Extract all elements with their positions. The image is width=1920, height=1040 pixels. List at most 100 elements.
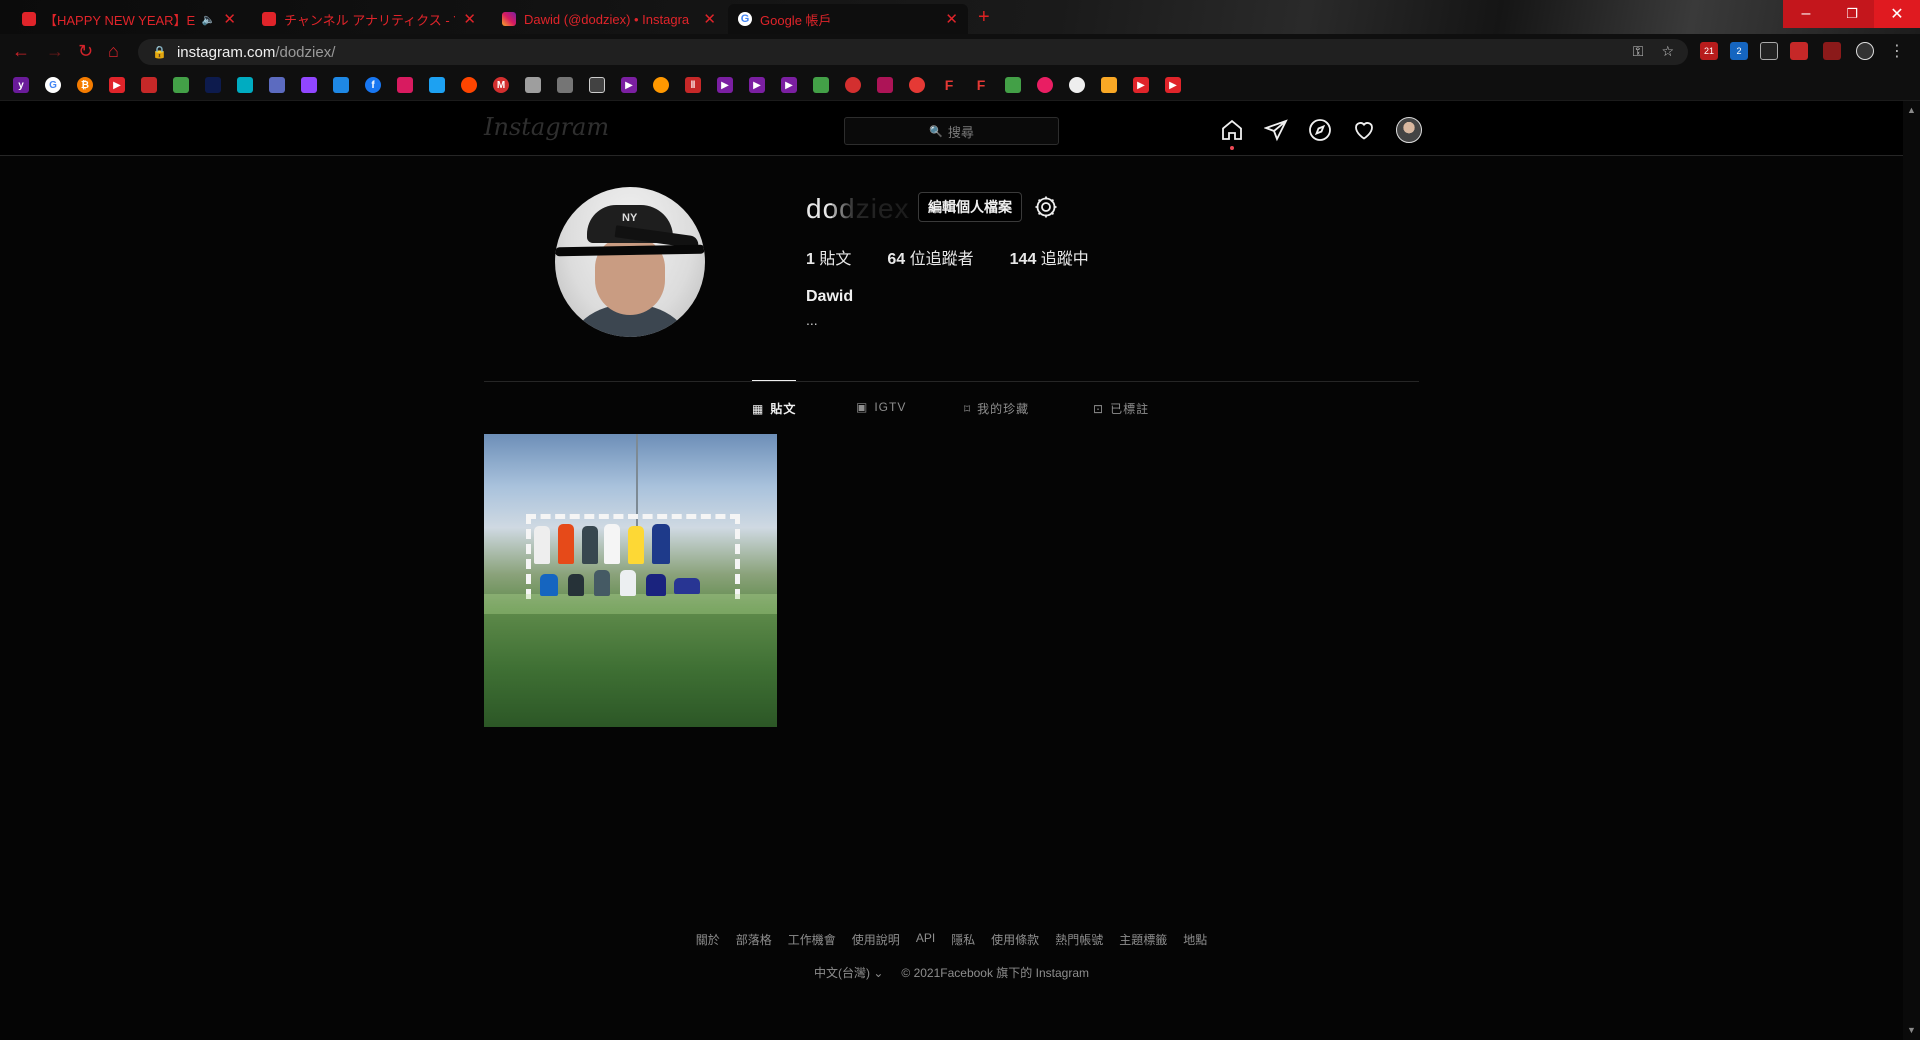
extension-p-icon[interactable]: 2 [1730, 42, 1748, 60]
new-tab-button[interactable]: + [978, 6, 990, 29]
bookmark-icon[interactable] [525, 77, 541, 93]
edit-profile-button[interactable]: 編輯個人檔案 [918, 192, 1022, 222]
bookmark-icon[interactable] [1005, 77, 1021, 93]
post-image-person [582, 526, 598, 564]
tab-tagged[interactable]: ⊡ 已標註 [1093, 400, 1149, 417]
bitcoin-icon[interactable]: ₿ [77, 77, 93, 93]
play-icon[interactable]: ▶ [621, 77, 637, 93]
footer-link[interactable]: 關於 [696, 931, 720, 948]
puzzle-icon[interactable] [1790, 42, 1808, 60]
bookmark-icon[interactable] [333, 77, 349, 93]
youtube-icon[interactable]: ▶ [1133, 77, 1149, 93]
home-icon[interactable] [1220, 118, 1244, 142]
scroll-down-arrow-icon[interactable]: ▼ [1907, 1025, 1916, 1035]
footer-link[interactable]: 使用說明 [852, 931, 900, 948]
profile-picture[interactable]: NY [555, 187, 705, 337]
close-tab-icon[interactable]: ✕ [463, 10, 476, 28]
browser-tab-youtube-analytics[interactable]: チャンネル アナリティクス - Yo ✕ [252, 4, 486, 34]
youtube-icon[interactable]: ▶ [109, 77, 125, 93]
browser-tab-youtube-music[interactable]: 【HAPPY NEW YEAR】END 🔈 ✕ [12, 4, 246, 34]
footer-link[interactable]: 熱門帳號 [1055, 931, 1103, 948]
forward-button[interactable]: → [46, 41, 64, 62]
twitter-icon[interactable] [429, 77, 445, 93]
footer-link[interactable]: 使用條款 [991, 931, 1039, 948]
youtube-icon[interactable]: ▶ [1165, 77, 1181, 93]
bookmark-icon[interactable] [1037, 77, 1053, 93]
activity-heart-icon[interactable] [1352, 118, 1376, 142]
tab-igtv[interactable]: ▣ IGTV [856, 400, 906, 414]
footer-link[interactable]: 部落格 [736, 931, 772, 948]
close-tab-icon[interactable]: ✕ [945, 10, 958, 28]
speaker-icon[interactable]: 🔈 [202, 13, 216, 26]
url-field[interactable]: 🔒 instagram.com /dodziex/ ⚿ ☆ [138, 39, 1688, 65]
page-scrollbar[interactable]: ▲ ▼ [1903, 101, 1920, 1040]
restore-button[interactable]: ❐ [1829, 0, 1875, 28]
play-icon[interactable]: ▶ [717, 77, 733, 93]
post-thumbnail[interactable] [484, 434, 777, 727]
profile-avatar-nav[interactable] [1396, 117, 1422, 143]
home-button[interactable]: ⌂ [108, 41, 119, 62]
post-image-person [652, 524, 670, 564]
footer-link[interactable]: 工作機會 [788, 931, 836, 948]
footer-link[interactable]: 隱私 [951, 931, 975, 948]
following-stat[interactable]: 144 追蹤中 [1010, 245, 1089, 269]
close-tab-icon[interactable]: ✕ [703, 10, 716, 28]
lock-icon[interactable]: 🔒 [152, 45, 167, 59]
footer-link[interactable]: 主題標籤 [1119, 931, 1167, 948]
minimize-button[interactable]: – [1783, 0, 1829, 28]
reddit-icon[interactable] [461, 77, 477, 93]
bookmark-icon[interactable] [653, 77, 669, 93]
scroll-up-arrow-icon[interactable]: ▲ [1907, 105, 1916, 115]
profile-account-icon[interactable] [1856, 42, 1874, 60]
reload-button[interactable]: ↻ [78, 41, 93, 62]
facebook-icon[interactable]: f [365, 77, 381, 93]
twitch-icon[interactable] [301, 77, 317, 93]
bookmark-icon[interactable] [173, 77, 189, 93]
bookmark-icon[interactable] [557, 77, 573, 93]
kebab-menu-icon[interactable]: ⋮ [1888, 42, 1906, 60]
back-button[interactable]: ← [12, 41, 30, 62]
bookmark-icon[interactable] [141, 77, 157, 93]
extension-ublock-icon[interactable]: 21 [1700, 42, 1718, 60]
bookmark-icon[interactable] [845, 77, 861, 93]
close-tab-icon[interactable]: ✕ [223, 10, 236, 28]
tab-igtv-label: IGTV [874, 400, 907, 414]
bookmark-icon[interactable] [909, 77, 925, 93]
bookmark-icon[interactable]: F [941, 77, 957, 93]
bookmark-icon[interactable]: M [493, 77, 509, 93]
play-icon[interactable]: ▶ [781, 77, 797, 93]
direct-message-icon[interactable] [1263, 118, 1288, 142]
bookmark-icon[interactable] [205, 77, 221, 93]
followers-stat[interactable]: 64 位追蹤者 [887, 245, 973, 269]
search-input[interactable]: 🔍 搜尋 [844, 117, 1059, 145]
bookmark-icon[interactable] [237, 77, 253, 93]
tab-posts[interactable]: ▦ 貼文 [752, 400, 796, 417]
bookmark-icon[interactable] [589, 77, 605, 93]
tab-saved[interactable]: ⌑ 我的珍藏 [964, 400, 1029, 417]
close-window-button[interactable]: ✕ [1874, 0, 1920, 28]
censor-bar [555, 244, 705, 257]
key-icon[interactable]: ⚿ [1633, 43, 1644, 60]
bookmark-icon[interactable] [1069, 77, 1085, 93]
bookmark-icon[interactable]: F [973, 77, 989, 93]
explore-compass-icon[interactable] [1308, 118, 1332, 142]
bookmark-icon[interactable]: ‖ [685, 77, 701, 93]
yahoo-icon[interactable]: y [13, 77, 29, 93]
play-icon[interactable]: ▶ [749, 77, 765, 93]
instagram-logo[interactable]: Instagram [484, 113, 609, 141]
bookmark-icon[interactable] [269, 77, 285, 93]
bookmark-star-icon[interactable]: ☆ [1661, 43, 1674, 60]
bookmark-icon[interactable] [877, 77, 893, 93]
bookmark-icon[interactable] [813, 77, 829, 93]
language-selector[interactable]: 中文(台灣) ⌄ [814, 964, 883, 981]
bookmark-icon[interactable] [1101, 77, 1117, 93]
google-icon[interactable]: G [45, 77, 61, 93]
browser-tab-instagram[interactable]: Dawid (@dodziex) • Instagra ✕ [492, 4, 726, 34]
footer-link[interactable]: 地點 [1183, 931, 1207, 948]
extension-mask-icon[interactable] [1760, 42, 1778, 60]
footer-link[interactable]: API [916, 931, 935, 948]
settings-gear-icon[interactable] [1033, 194, 1059, 220]
playlist-icon[interactable] [1823, 42, 1841, 60]
browser-tab-google-account[interactable]: G Google 帳戶 ✕ [728, 4, 968, 34]
instagram-icon[interactable] [397, 77, 413, 93]
